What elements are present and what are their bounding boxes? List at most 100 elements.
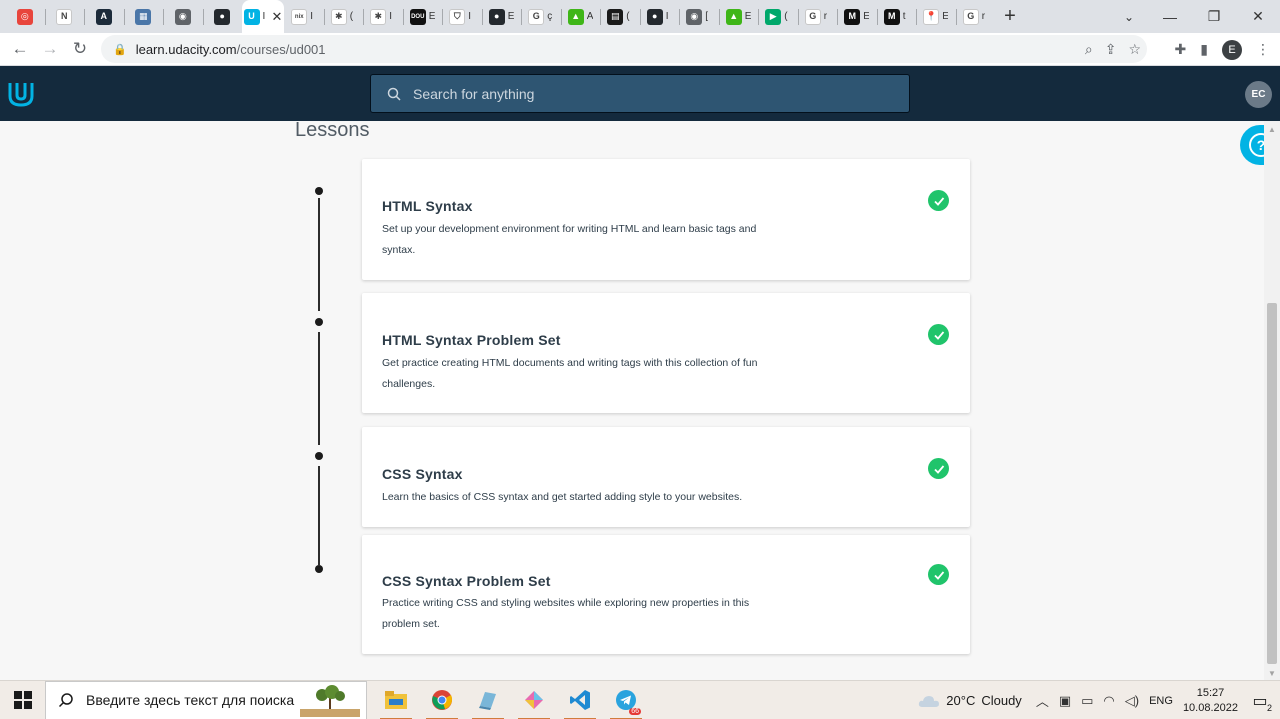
lesson-card[interactable]: CSS Syntax Problem Set Practice writing … <box>362 535 970 654</box>
taskbar-telegram[interactable]: 66 <box>603 681 649 719</box>
browser-tab[interactable]: ▤( <box>600 0 640 33</box>
lesson-card[interactable]: HTML Syntax Set up your development envi… <box>362 159 970 280</box>
profile-avatar[interactable]: E <box>1222 39 1242 60</box>
lesson-card[interactable]: HTML Syntax Problem Set Get practice cre… <box>362 293 970 413</box>
diamond-app-icon <box>525 691 543 709</box>
weather-text: Cloudy <box>981 693 1022 708</box>
display-icon[interactable]: ▣ <box>1059 693 1071 709</box>
tab-title-fragment: E <box>428 11 435 22</box>
scroll-down-icon[interactable]: ▼ <box>1268 669 1276 678</box>
wifi-icon[interactable]: ◠ <box>1103 693 1114 709</box>
lesson-description: Set up your development environment for … <box>382 223 757 256</box>
tab-title-fragment: I <box>468 11 472 22</box>
browser-tab[interactable]: nix I <box>284 0 324 33</box>
udacity-tab-icon: U <box>243 8 260 25</box>
browser-tab[interactable]: DOU E <box>402 0 443 33</box>
lesson-description: Learn the basics of CSS syntax and get s… <box>382 491 743 503</box>
play-icon: ▶ <box>765 8 782 25</box>
minimize-button[interactable]: — <box>1148 0 1192 33</box>
tab-title-fragment: ( <box>626 11 630 22</box>
browser-tab[interactable]: ◎ <box>5 0 45 33</box>
bookmark-star-icon[interactable]: ☆ <box>1128 41 1141 58</box>
url-text[interactable]: learn.udacity.com/courses/ud001 <box>136 42 326 57</box>
scroll-up-icon[interactable]: ▲ <box>1268 125 1276 134</box>
browser-tab[interactable]: ▲ E <box>718 0 759 33</box>
browser-tab[interactable]: 📍 E <box>916 0 956 33</box>
tab-title-fragment: E <box>942 11 949 22</box>
taskbar-search-box[interactable]: Введите здесь текст для поиска <box>45 680 367 719</box>
url-host: learn.udacity.com <box>135 41 237 57</box>
side-panel-icon[interactable]: ▮ <box>1200 41 1208 58</box>
browser-tab[interactable]: ▲ A <box>560 0 601 33</box>
speaker-icon[interactable]: ◁) <box>1125 693 1139 709</box>
battery-icon[interactable]: ▭ <box>1081 693 1093 709</box>
page-scrollbar[interactable]: ▲ ▼ <box>1264 121 1280 680</box>
tab-title-fragment: I <box>262 11 266 22</box>
browser-tab[interactable]: Gç <box>521 0 561 33</box>
medium-icon: M <box>844 8 861 25</box>
share-icon[interactable]: ⇪ <box>1105 41 1117 58</box>
start-button[interactable] <box>0 681 45 719</box>
udacity-search-bar[interactable]: Search for anything <box>370 74 910 113</box>
browser-tab[interactable]: ▦ <box>123 0 164 33</box>
clock-date: 10.08.2022 <box>1182 701 1238 714</box>
browser-tab[interactable]: ◉[ <box>679 0 719 33</box>
browser-tab[interactable]: ME <box>837 0 877 33</box>
weather-widget[interactable]: 20°C Cloudy <box>918 693 1022 708</box>
tab-title-fragment: ( <box>349 11 354 22</box>
scroll-thumb[interactable] <box>1267 303 1277 664</box>
taskbar-notes-app[interactable] <box>465 681 511 719</box>
lesson-card[interactable]: CSS Syntax Learn the basics of CSS synta… <box>362 427 970 527</box>
figure-icon: ✱ <box>370 8 387 25</box>
extensions-puzzle-icon[interactable]: ✚ <box>1175 41 1187 58</box>
browser-tab[interactable]: ◉ <box>163 0 203 33</box>
browser-tab[interactable]: Gr <box>797 0 838 33</box>
tab-title-fragment: t <box>902 11 906 22</box>
github-icon: ● <box>646 8 663 25</box>
new-tab-button[interactable]: + <box>995 0 1025 33</box>
udacity-logo-icon[interactable] <box>6 79 36 109</box>
notification-center-button[interactable]: ▭ 2 <box>1248 689 1272 713</box>
address-bar[interactable]: 🔒 learn.udacity.com/courses/ud001 ⌕ ⇪ ☆ <box>101 35 1147 63</box>
browser-tab[interactable]: ✱ I <box>363 0 403 33</box>
folder-icon <box>385 691 407 709</box>
github-icon: ● <box>214 8 231 25</box>
browser-tab[interactable]: U I ✕ <box>242 0 284 33</box>
openai-icon: ◎ <box>16 8 33 25</box>
language-indicator[interactable]: ENG <box>1149 695 1173 707</box>
back-button[interactable]: ← <box>5 34 35 64</box>
close-window-button[interactable]: ✕ <box>1236 0 1280 33</box>
browser-menu-icon[interactable]: ⋮ <box>1256 41 1270 58</box>
notes-app-icon <box>479 692 496 710</box>
maps-icon: 📍 <box>923 8 940 25</box>
browser-tab[interactable]: Mt <box>876 0 917 33</box>
clock[interactable]: 15:27 10.08.2022 <box>1183 686 1238 716</box>
reload-button[interactable]: ↻ <box>65 34 95 64</box>
browser-tab[interactable]: ⛉ I <box>442 0 482 33</box>
taskbar-app-diamond[interactable] <box>511 681 557 719</box>
tab-title-fragment: r <box>823 11 828 22</box>
chevron-up-icon[interactable]: ︿ <box>1036 691 1049 710</box>
browser-tab[interactable]: A <box>84 0 124 33</box>
timeline-dot <box>315 565 323 573</box>
browser-tab[interactable]: ● E <box>481 0 522 33</box>
browser-tab[interactable]: ● I <box>639 0 680 33</box>
browser-tab[interactable]: ● <box>202 0 243 33</box>
tab-search-icon[interactable]: ⌄ <box>1116 0 1142 33</box>
browser-tab[interactable]: ▶( <box>758 0 798 33</box>
taskbar-file-explorer[interactable] <box>373 681 419 719</box>
notion-icon: N <box>56 8 73 25</box>
zoom-icon[interactable]: ⌕ <box>1085 41 1093 58</box>
browser-tab[interactable]: ✱( <box>323 0 364 33</box>
restore-button[interactable]: ❐ <box>1192 0 1236 33</box>
taskbar-chrome[interactable] <box>419 681 465 719</box>
globe-icon: ◉ <box>174 8 191 25</box>
completed-check-icon <box>928 564 949 585</box>
tab-close-icon[interactable]: ✕ <box>272 9 283 25</box>
user-avatar[interactable]: EC <box>1245 81 1272 108</box>
taskbar-vscode[interactable] <box>557 681 603 719</box>
forward-button[interactable]: → <box>35 34 65 64</box>
browser-tab[interactable]: Gr <box>955 0 996 33</box>
tab-title-fragment: ( <box>784 11 788 22</box>
browser-tab[interactable]: N <box>44 0 85 33</box>
